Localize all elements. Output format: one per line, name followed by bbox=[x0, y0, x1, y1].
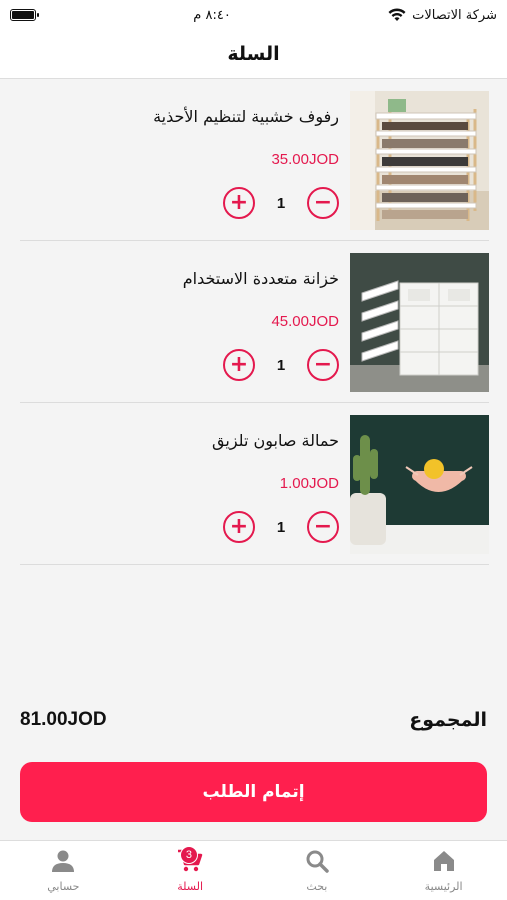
product-price: 1.00JOD bbox=[279, 475, 339, 492]
quantity-stepper: + 1 − bbox=[223, 187, 339, 219]
nav-header: السلة bbox=[0, 30, 507, 79]
decrease-quantity-button[interactable]: − bbox=[307, 187, 339, 219]
cart-count-badge: 3 bbox=[179, 846, 198, 864]
product-image-shoe-rack[interactable] bbox=[350, 91, 489, 230]
increase-quantity-button[interactable]: + bbox=[223, 187, 255, 219]
cart-item[interactable]: رفوف خشبية لتنظيم الأحذية 35.00JOD + 1 − bbox=[20, 79, 489, 241]
total-row: 81.00JOD المجموع bbox=[20, 705, 487, 735]
increase-quantity-button[interactable]: + bbox=[223, 511, 255, 543]
quantity-stepper: + 1 − bbox=[223, 511, 339, 543]
tab-cart[interactable]: 3 السلة bbox=[127, 841, 254, 900]
battery-icon bbox=[10, 9, 39, 21]
product-price: 35.00JOD bbox=[271, 151, 339, 168]
home-icon bbox=[433, 851, 454, 871]
tab-label: حسابي bbox=[47, 880, 80, 893]
wifi-icon bbox=[388, 8, 406, 21]
decrease-quantity-button[interactable]: − bbox=[307, 349, 339, 381]
cart-item[interactable]: حمالة صابون تلزيق 1.00JOD + 1 − bbox=[20, 403, 489, 565]
quantity-value: 1 bbox=[276, 356, 286, 374]
checkout-button-label: إتمام الطلب bbox=[202, 782, 305, 802]
status-right: شركة الاتصالات bbox=[388, 8, 497, 23]
tab-label: الرئيسية bbox=[424, 880, 463, 893]
status-bar: ٨:٤٠ م شركة الاتصالات bbox=[0, 0, 507, 30]
tab-account[interactable]: حسابي bbox=[0, 841, 127, 900]
quantity-stepper: + 1 − bbox=[223, 349, 339, 381]
user-icon bbox=[52, 850, 75, 872]
tab-search[interactable]: بحث bbox=[254, 841, 381, 900]
product-name: خزانة متعددة الاستخدام bbox=[182, 269, 339, 288]
status-time: ٨:٤٠ م bbox=[193, 7, 231, 23]
search-icon bbox=[306, 850, 329, 873]
page-title: السلة bbox=[227, 43, 280, 65]
checkout-button[interactable]: إتمام الطلب bbox=[20, 762, 487, 822]
tab-home[interactable]: الرئيسية bbox=[380, 841, 507, 900]
tab-label: بحث bbox=[306, 880, 328, 893]
tab-label: السلة bbox=[177, 880, 203, 893]
increase-quantity-button[interactable]: + bbox=[223, 349, 255, 381]
quantity-value: 1 bbox=[276, 194, 286, 212]
total-label: المجموع bbox=[409, 709, 487, 731]
product-image-soap-holder[interactable] bbox=[350, 415, 489, 554]
status-left bbox=[10, 9, 39, 21]
product-name: حمالة صابون تلزيق bbox=[212, 431, 339, 450]
cart-item[interactable]: خزانة متعددة الاستخدام 45.00JOD + 1 − bbox=[20, 241, 489, 403]
product-price: 45.00JOD bbox=[271, 313, 339, 330]
tab-bar: الرئيسية بحث 3 السلة حسابي bbox=[0, 840, 507, 900]
cart-list: رفوف خشبية لتنظيم الأحذية 35.00JOD + 1 − bbox=[0, 79, 507, 565]
quantity-value: 1 bbox=[276, 518, 286, 536]
total-amount: 81.00JOD bbox=[20, 709, 107, 730]
product-image-cabinet[interactable] bbox=[350, 253, 489, 392]
decrease-quantity-button[interactable]: − bbox=[307, 511, 339, 543]
product-name: رفوف خشبية لتنظيم الأحذية bbox=[153, 107, 339, 126]
carrier-name: شركة الاتصالات bbox=[412, 7, 497, 23]
